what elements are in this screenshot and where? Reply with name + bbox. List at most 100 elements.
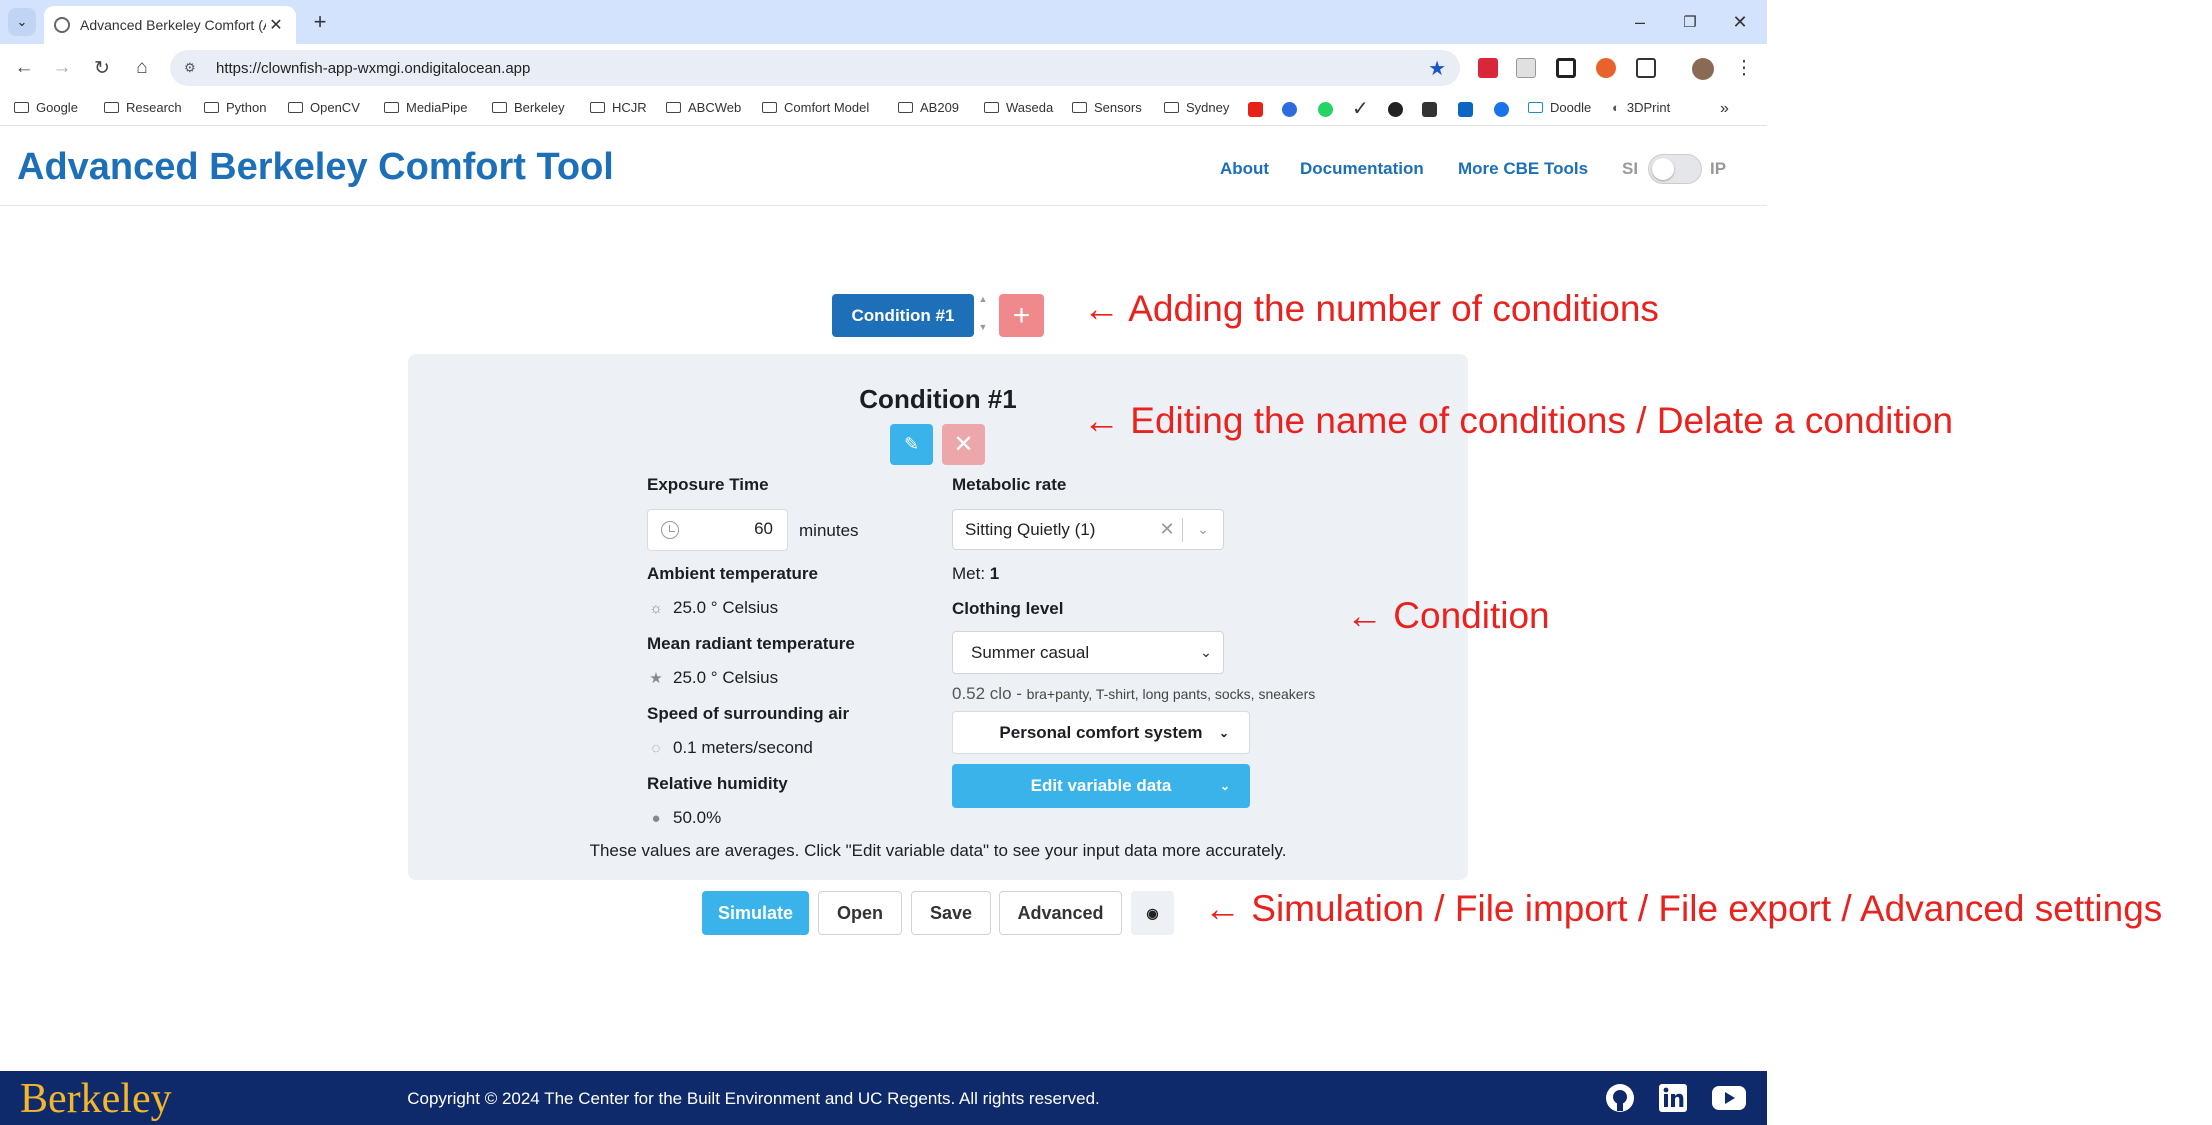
address-bar[interactable]: ⚙ https://clownfish-app-wxmgi.ondigitalo…: [170, 50, 1460, 86]
metabolic-rate-label: Metabolic rate: [952, 475, 1067, 494]
unit-toggle[interactable]: [1648, 154, 1702, 184]
mrt-label: Mean radiant temperature: [647, 634, 855, 653]
bookmark-item[interactable]: Sensors: [1072, 100, 1142, 115]
bookmark-item[interactable]: Research: [104, 100, 182, 115]
nav-more-tools[interactable]: More CBE Tools: [1458, 159, 1588, 179]
bookmark-item[interactable]: OpenCV: [288, 100, 360, 115]
linkedin-icon[interactable]: [1657, 1082, 1689, 1114]
folder-icon: [384, 102, 399, 113]
minimize-button[interactable]: –: [1620, 8, 1660, 36]
clear-icon[interactable]: ✕: [1152, 519, 1182, 540]
extension-icon[interactable]: [1478, 58, 1498, 78]
exposure-time-input[interactable]: [693, 519, 773, 539]
clothing-select[interactable]: Summer casual ⌄: [952, 631, 1224, 674]
restore-button[interactable]: ❐: [1670, 8, 1710, 36]
chrome-bookmark-icon[interactable]: [1494, 102, 1509, 117]
simulate-button[interactable]: Simulate: [702, 891, 809, 935]
save-button[interactable]: Save: [911, 891, 991, 935]
edit-name-button[interactable]: ✎: [890, 424, 933, 465]
reload-button[interactable]: ↻: [88, 54, 116, 82]
youtube-icon[interactable]: [1711, 1082, 1747, 1114]
bookmark-item[interactable]: Waseda: [984, 100, 1053, 115]
personal-comfort-dropdown[interactable]: Personal comfort system ⌄: [952, 711, 1250, 754]
check-bookmark-icon[interactable]: ✓: [1352, 96, 1369, 121]
met-readout: Met: 1: [952, 564, 999, 584]
bookmark-item[interactable]: AB209: [898, 100, 959, 115]
unit-ip-label: IP: [1710, 159, 1727, 178]
stack-bookmark-icon[interactable]: [1422, 102, 1437, 117]
bookmark-item[interactable]: Comfort Model: [762, 100, 869, 115]
whatsapp-bookmark-icon[interactable]: [1318, 102, 1333, 117]
exposure-time-field[interactable]: [647, 509, 788, 551]
humidity-row: ● 50.0%: [647, 808, 721, 828]
back-button[interactable]: ←: [10, 54, 38, 82]
site-title[interactable]: Advanced Berkeley Comfort Tool: [17, 146, 614, 189]
extension-icon[interactable]: [1596, 58, 1616, 78]
extensions-puzzle-icon[interactable]: [1636, 58, 1656, 78]
droplet-icon: ●: [651, 809, 661, 827]
new-tab-button[interactable]: +: [306, 8, 334, 36]
bookmark-item[interactable]: ◐ 3DPrint: [1612, 100, 1670, 115]
edit-variable-data-button[interactable]: Edit variable data ⌄: [952, 764, 1250, 808]
chevron-down-icon[interactable]: ⌄: [1183, 521, 1223, 538]
github-icon[interactable]: [1604, 1082, 1636, 1114]
toggle-knob: [1652, 158, 1674, 180]
mrt-value: 25.0 ° Celsius: [673, 668, 779, 687]
advanced-button[interactable]: Advanced: [999, 891, 1122, 935]
close-window-button[interactable]: ✕: [1720, 8, 1760, 36]
browser-tab[interactable]: Advanced Berkeley Comfort (A ✕: [44, 6, 296, 44]
close-tab-icon[interactable]: ✕: [266, 15, 286, 35]
bookmark-item[interactable]: HCJR: [590, 100, 647, 115]
url-text: https://clownfish-app-wxmgi.ondigitaloce…: [216, 59, 531, 77]
home-button[interactable]: ⌂: [128, 54, 156, 82]
tab-search-button[interactable]: ⌄: [8, 8, 36, 36]
bookmark-item[interactable]: Sydney: [1164, 100, 1229, 115]
eye-toggle-button[interactable]: ◉: [1131, 891, 1174, 935]
bookmark-item[interactable]: Berkeley: [492, 100, 565, 115]
bookmark-item[interactable]: Doodle: [1528, 100, 1591, 115]
youtube-bookmark-icon[interactable]: [1248, 102, 1263, 117]
sun-icon: ☼: [649, 599, 663, 617]
zoom-bookmark-icon[interactable]: [1282, 102, 1297, 117]
chevron-down-icon: ⌄: [1218, 725, 1229, 740]
met-value: 1: [989, 564, 1000, 583]
add-condition-button[interactable]: +: [999, 294, 1044, 337]
extension-icon[interactable]: [1516, 58, 1536, 78]
extension-icon[interactable]: [1556, 58, 1576, 78]
delete-condition-button[interactable]: ✕: [942, 424, 985, 465]
bookmarks-bar: Google Research Python OpenCV MediaPipe …: [0, 92, 1767, 126]
folder-icon: [590, 102, 605, 113]
site-settings-icon[interactable]: ⚙: [184, 60, 202, 76]
profile-avatar[interactable]: [1692, 58, 1714, 80]
folder-icon: [204, 102, 219, 113]
chevron-down-icon: ⌄: [1200, 644, 1212, 660]
tab-strip: ⌄ Advanced Berkeley Comfort (A ✕ + – ❐ ✕: [0, 0, 1767, 44]
folder-icon: [104, 102, 119, 113]
annotation-edit-conditions: ← Editing the name of conditions / Delat…: [1083, 400, 1954, 441]
condition-selector[interactable]: Condition #1: [832, 294, 974, 337]
bookmark-item[interactable]: ABCWeb: [666, 100, 741, 115]
edit-icon: ✎: [903, 434, 920, 454]
linkedin-bookmark-icon[interactable]: [1458, 102, 1473, 117]
bookmark-item[interactable]: MediaPipe: [384, 100, 467, 115]
nav-documentation[interactable]: Documentation: [1300, 159, 1424, 179]
open-button[interactable]: Open: [818, 891, 902, 935]
forward-button[interactable]: →: [48, 54, 76, 82]
bookmark-item[interactable]: Google: [14, 100, 78, 115]
metabolic-rate-value: Sitting Quietly (1): [965, 519, 1096, 539]
spinner-icon: ◌: [651, 739, 661, 757]
bookmark-item[interactable]: Python: [204, 100, 266, 115]
bookmark-star-icon[interactable]: ★: [1428, 56, 1446, 81]
clothing-value: Summer casual: [971, 642, 1090, 662]
spin-up-icon[interactable]: ▲: [976, 294, 990, 304]
github-bookmark-icon[interactable]: [1388, 102, 1403, 117]
metabolic-rate-select[interactable]: Sitting Quietly (1) ✕ ⌄: [952, 509, 1224, 550]
exposure-time-label: Exposure Time: [647, 475, 769, 494]
annotation-add-conditions: ← Adding the number of conditions: [1083, 288, 1659, 329]
evd-label: Edit variable data: [1030, 776, 1172, 795]
more-bookmarks-icon[interactable]: »: [1720, 100, 1729, 118]
annotation-condition: ← Condition: [1346, 595, 1550, 636]
browser-menu-icon[interactable]: ⋮: [1730, 54, 1758, 82]
spin-down-icon[interactable]: ▼: [976, 322, 990, 332]
nav-about[interactable]: About: [1220, 159, 1269, 179]
